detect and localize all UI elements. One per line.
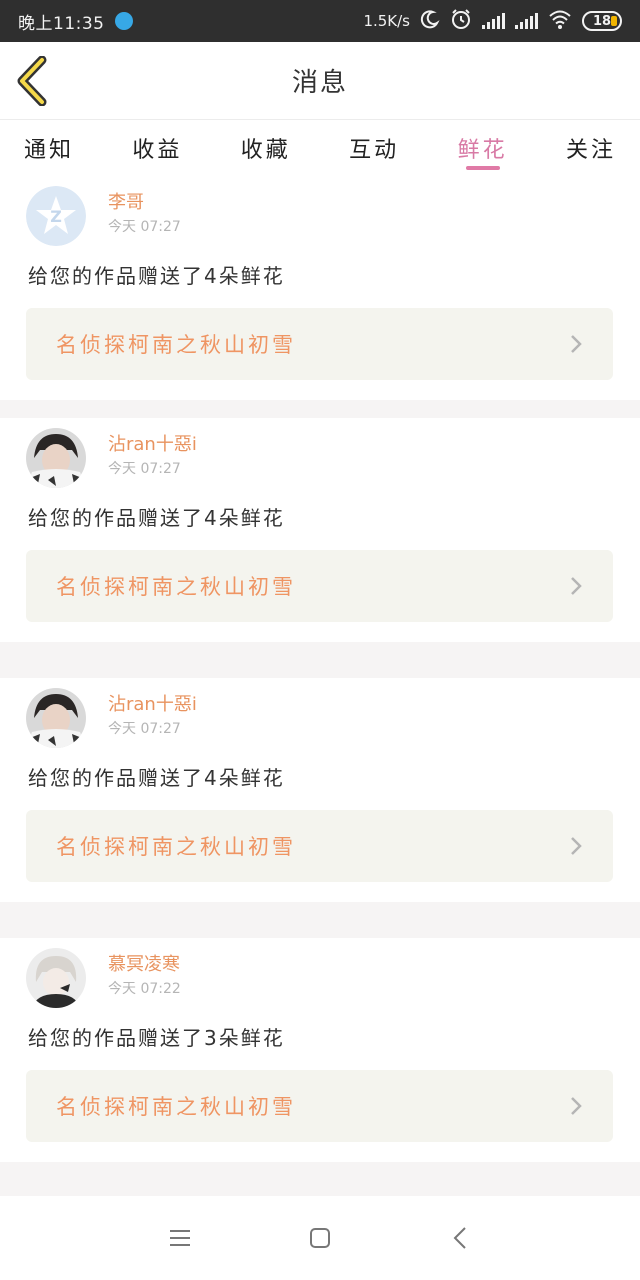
message-text: 给您的作品赠送了3朵鲜花 — [28, 1026, 285, 1050]
status-left: 晚上11:35 — [18, 9, 133, 34]
work-link[interactable]: 名侦探柯南之秋山初雪 — [26, 810, 613, 882]
notification-card: 慕冥凌寒 今天 07:22 给您的作品赠送了3朵鲜花 名侦探柯南之秋山初雪 — [0, 938, 640, 1162]
wifi-icon — [548, 9, 572, 34]
notification-card: 沾ran十惡i 今天 07:27 给您的作品赠送了4朵鲜花 名侦探柯南之秋山初雪 — [0, 418, 640, 642]
tab-interactions[interactable]: 互动 — [349, 120, 399, 176]
chevron-left-icon — [17, 55, 47, 107]
svg-text:Z: Z — [50, 207, 62, 226]
user-photo-avatar-icon — [26, 428, 86, 488]
tab-notifications[interactable]: 通知 — [24, 120, 74, 176]
username[interactable]: 沾ran十惡i — [108, 690, 197, 716]
tab-flowers[interactable]: 鲜花 — [458, 120, 508, 176]
battery-icon: 18 — [582, 11, 622, 31]
home-button[interactable] — [300, 1218, 340, 1258]
header: 消息 — [0, 42, 640, 120]
tab-favorites[interactable]: 收藏 — [241, 120, 291, 176]
message-text: 给您的作品赠送了4朵鲜花 — [28, 506, 285, 530]
back-nav-button[interactable] — [440, 1218, 480, 1258]
chevron-right-icon — [571, 577, 582, 595]
message-text: 给您的作品赠送了4朵鲜花 — [28, 264, 285, 288]
work-link[interactable]: 名侦探柯南之秋山初雪 — [26, 550, 613, 622]
system-nav-bar — [0, 1196, 640, 1280]
username[interactable]: 慕冥凌寒 — [108, 950, 180, 976]
work-link[interactable]: 名侦探柯南之秋山初雪 — [26, 1070, 613, 1142]
menu-icon — [170, 1230, 190, 1246]
username[interactable]: 沾ran十惡i — [108, 430, 197, 456]
chevron-right-icon — [571, 335, 582, 353]
app-notification-icon — [114, 12, 133, 30]
signal-icon-2 — [515, 13, 538, 29]
battery-level: 18 — [592, 13, 612, 29]
home-square-icon — [310, 1228, 330, 1248]
status-time: 晚上11:35 — [18, 13, 105, 34]
work-title: 名侦探柯南之秋山初雪 — [56, 835, 296, 859]
tab-earnings[interactable]: 收益 — [132, 120, 182, 176]
moon-icon — [420, 9, 440, 34]
back-arrow-icon — [453, 1227, 466, 1249]
user-photo-avatar-icon — [26, 688, 86, 748]
status-right: 1.5K/s 18 — [363, 8, 622, 35]
timestamp: 今天 07:27 — [108, 721, 181, 737]
default-avatar-icon: Z — [26, 186, 86, 246]
timestamp: 今天 07:22 — [108, 981, 181, 997]
timestamp: 今天 07:27 — [108, 219, 181, 235]
avatar[interactable] — [26, 428, 86, 488]
work-title: 名侦探柯南之秋山初雪 — [56, 333, 296, 357]
work-title: 名侦探柯南之秋山初雪 — [56, 1095, 296, 1119]
signal-icon-1 — [482, 13, 505, 29]
menu-button[interactable] — [160, 1218, 200, 1258]
chevron-right-icon — [571, 1097, 582, 1115]
avatar[interactable] — [26, 948, 86, 1008]
avatar[interactable] — [26, 688, 86, 748]
work-title: 名侦探柯南之秋山初雪 — [56, 575, 296, 599]
tab-bar: 通知 收益 收藏 互动 鲜花 关注 — [0, 120, 640, 176]
username[interactable]: 李哥 — [108, 188, 144, 214]
alarm-icon — [450, 8, 472, 35]
work-link[interactable]: 名侦探柯南之秋山初雪 — [26, 308, 613, 380]
back-button[interactable] — [16, 55, 50, 107]
page-title: 消息 — [291, 68, 348, 98]
timestamp: 今天 07:27 — [108, 461, 181, 477]
anime-photo-avatar-icon — [26, 948, 86, 1008]
network-speed: 1.5K/s — [363, 12, 410, 30]
notification-card: 沾ran十惡i 今天 07:27 给您的作品赠送了4朵鲜花 名侦探柯南之秋山初雪 — [0, 678, 640, 902]
notification-card: Z 李哥 今天 07:27 给您的作品赠送了4朵鲜花 名侦探柯南之秋山初雪 — [0, 176, 640, 400]
status-bar: 晚上11:35 1.5K/s 18 — [0, 0, 640, 42]
avatar[interactable]: Z — [26, 186, 86, 246]
tab-follows[interactable]: 关注 — [566, 120, 616, 176]
chevron-right-icon — [571, 837, 582, 855]
message-text: 给您的作品赠送了4朵鲜花 — [28, 766, 285, 790]
